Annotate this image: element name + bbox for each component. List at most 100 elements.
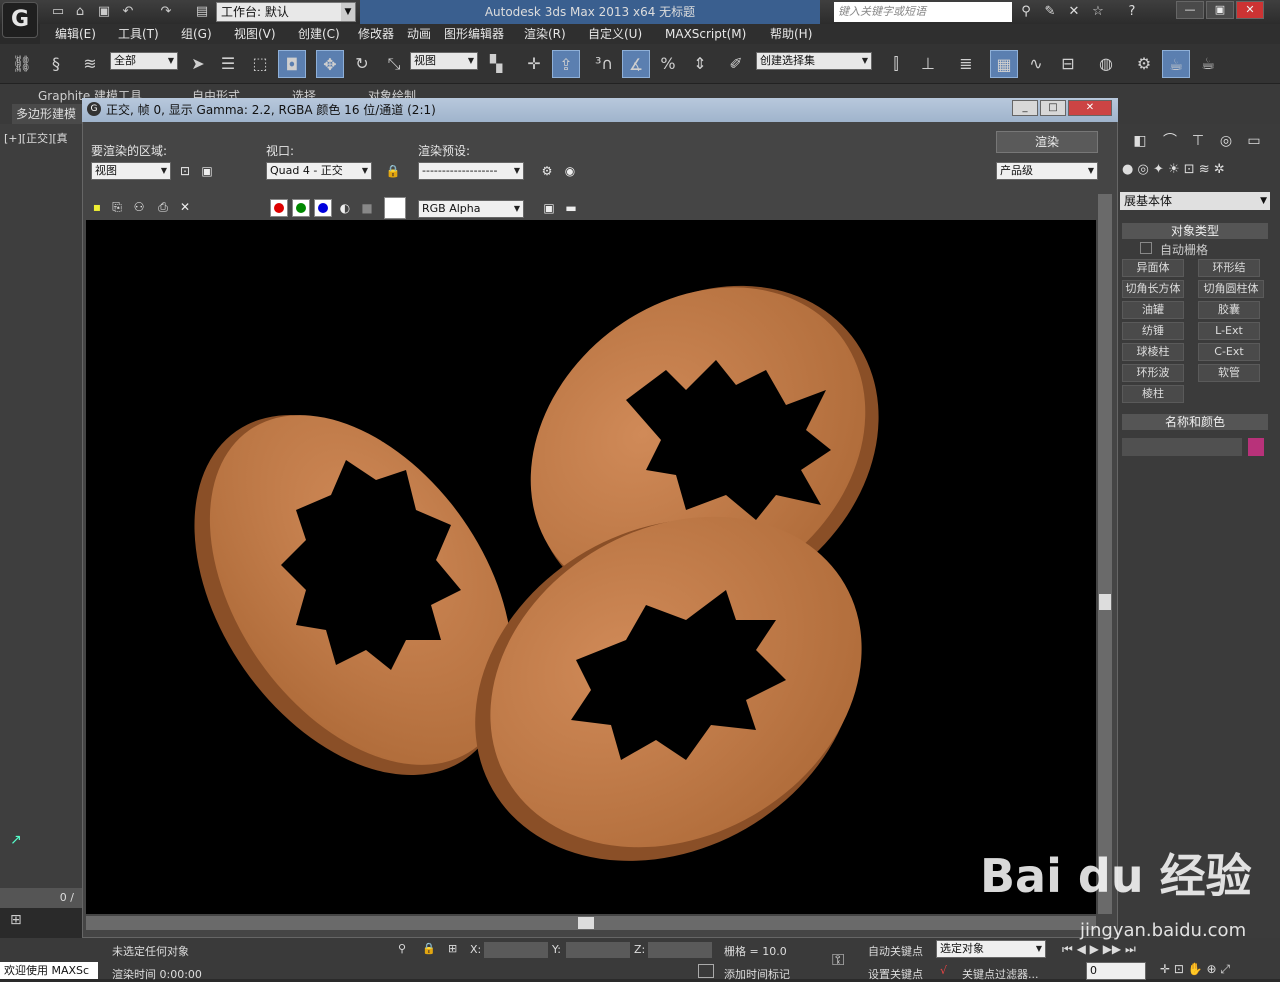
select-scale-icon[interactable]: ⤡: [380, 50, 408, 78]
unlink-icon[interactable]: §: [42, 50, 70, 78]
keyboard-shortcut-override-icon[interactable]: ⇪: [552, 50, 580, 78]
y-coord-input[interactable]: [566, 942, 630, 958]
angle-snap-icon[interactable]: ∡: [622, 50, 650, 78]
hose-button[interactable]: 软管: [1198, 364, 1260, 382]
rectangular-selection-icon[interactable]: ⬚: [246, 50, 274, 78]
render-window-maximize[interactable]: □: [1040, 100, 1066, 116]
track-bar-icon[interactable]: ⊞: [10, 912, 22, 928]
chamfer-cyl-button[interactable]: 切角圆柱体: [1198, 280, 1264, 298]
z-coord-input[interactable]: [648, 942, 712, 958]
render-setup-icon[interactable]: ⚙: [1130, 50, 1158, 78]
hedra-button[interactable]: 异面体: [1122, 259, 1184, 277]
channel-display-select[interactable]: RGB Alpha ▼: [418, 200, 524, 218]
close-button[interactable]: ✕: [1236, 1, 1264, 19]
chamfer-box-button[interactable]: 切角长方体: [1122, 280, 1184, 298]
environment-icon[interactable]: ◉: [561, 162, 579, 180]
select-by-name-icon[interactable]: ☰: [214, 50, 242, 78]
maxscript-listener[interactable]: 欢迎使用 MAXSc: [0, 962, 98, 979]
pivot-center-icon[interactable]: ▚: [482, 50, 510, 78]
render-window-close[interactable]: ✕: [1068, 100, 1112, 116]
minimize-button[interactable]: —: [1176, 1, 1204, 19]
new-file-icon[interactable]: ▭: [48, 3, 68, 21]
menu-maxscript[interactable]: MAXScript(M): [665, 26, 746, 42]
ribbon-polygon-modeling[interactable]: 多边形建模: [12, 104, 82, 124]
time-tag-icon[interactable]: [698, 964, 714, 978]
red-channel-toggle[interactable]: [270, 199, 288, 217]
object-type-header[interactable]: 对象类型: [1122, 223, 1268, 239]
object-name-input[interactable]: [1122, 438, 1242, 456]
horizontal-scrollbar[interactable]: [86, 916, 1096, 930]
menu-group[interactable]: 组(G): [181, 26, 212, 42]
menu-customize[interactable]: 自定义(U): [588, 26, 642, 42]
menu-graph-editors[interactable]: 图形编辑器: [444, 26, 504, 42]
set-key-button[interactable]: 设置关键点: [868, 966, 923, 982]
c-ext-button[interactable]: C-Ext: [1198, 343, 1260, 361]
edit-region-icon[interactable]: ⊡: [176, 162, 194, 180]
vertical-scrollbar[interactable]: [1098, 194, 1112, 914]
viewport-label[interactable]: [+][正交][真: [4, 130, 68, 146]
render-button[interactable]: 渲染: [996, 131, 1098, 153]
select-object-icon[interactable]: ➤: [184, 50, 212, 78]
isolate-icon[interactable]: ⚲: [398, 942, 406, 955]
maximize-button[interactable]: ▣: [1206, 1, 1234, 19]
select-move-icon[interactable]: ✥: [316, 50, 344, 78]
toggle-ui-overlay-icon[interactable]: ▣: [540, 199, 558, 217]
schematic-view-icon[interactable]: ⊟: [1054, 50, 1082, 78]
quality-select[interactable]: 产品级 ▼: [996, 162, 1098, 180]
rendered-frame-window-icon[interactable]: ☕: [1162, 50, 1190, 78]
render-production-icon[interactable]: ☕: [1194, 50, 1222, 78]
auto-key-button[interactable]: 自动关键点: [868, 943, 923, 959]
clear-image-icon[interactable]: ✕: [176, 198, 194, 216]
percent-snap-icon[interactable]: %: [654, 50, 682, 78]
link-icon[interactable]: ⛓: [8, 50, 36, 78]
binoculars-icon[interactable]: ⚲: [1016, 3, 1036, 21]
playback-controls[interactable]: ⏮ ◀ ▶ ▶▶ ⏭: [1062, 942, 1136, 957]
area-select[interactable]: 视图 ▼: [91, 162, 171, 180]
menu-rendering[interactable]: 渲染(R): [524, 26, 566, 42]
viewport-nav-icons[interactable]: ✛ ⊡ ✋ ⊕ ⤢: [1160, 962, 1230, 977]
reference-coordinate-select[interactable]: 视图 ▼: [410, 52, 478, 70]
blue-channel-toggle[interactable]: [314, 199, 332, 217]
x-coord-input[interactable]: [484, 942, 548, 958]
create-tab-icon[interactable]: ◧: [1130, 131, 1150, 151]
save-icon[interactable]: ▣: [94, 3, 114, 21]
menu-edit[interactable]: 编辑(E): [55, 26, 96, 42]
create-category-icons[interactable]: ● ◎ ✦ ☀ ⊡ ≋ ✲: [1122, 162, 1278, 184]
add-time-tag[interactable]: 添加时间标记: [724, 966, 790, 982]
key-filters-button[interactable]: 关键点过滤器...: [962, 966, 1039, 982]
modify-tab-icon[interactable]: ⌒: [1160, 131, 1180, 151]
monochrome-icon[interactable]: ■: [358, 199, 376, 217]
name-color-header[interactable]: 名称和颜色: [1122, 414, 1268, 430]
prism-button[interactable]: 棱柱: [1122, 385, 1184, 403]
undo-icon[interactable]: ↶: [118, 3, 138, 21]
capsule-button[interactable]: 胶囊: [1198, 301, 1260, 319]
motion-tab-icon[interactable]: ◎: [1216, 131, 1236, 151]
subscription-icon[interactable]: ✎: [1040, 3, 1060, 21]
menu-modifiers[interactable]: 修改器: [358, 26, 394, 42]
app-logo-icon[interactable]: G: [2, 2, 38, 38]
align-icon[interactable]: ⊥: [914, 50, 942, 78]
save-image-icon[interactable]: ▪: [88, 198, 106, 216]
bind-spacewarp-icon[interactable]: ≋: [76, 50, 104, 78]
search-input[interactable]: 键入关键字或短语: [834, 2, 1012, 22]
menu-create[interactable]: 创建(C): [298, 26, 340, 42]
named-selection-set-select[interactable]: 创建选择集 ▼: [756, 52, 872, 70]
clone-window-icon[interactable]: ⚇: [130, 198, 148, 216]
open-file-icon[interactable]: ⌂: [70, 3, 90, 21]
toggle-ui-icon[interactable]: ▬: [562, 199, 580, 217]
menu-views[interactable]: 视图(V): [234, 26, 276, 42]
selection-filter-select[interactable]: 全部 ▼: [110, 52, 178, 70]
render-setup-small-icon[interactable]: ⚙: [538, 162, 556, 180]
display-tab-icon[interactable]: ▭: [1244, 131, 1264, 151]
autogrid-checkbox[interactable]: [1140, 242, 1152, 254]
gengon-button[interactable]: 球棱柱: [1122, 343, 1184, 361]
selection-lock-icon[interactable]: 🔒: [422, 942, 436, 955]
auto-region-icon[interactable]: ▣: [198, 162, 216, 180]
absolute-mode-icon[interactable]: ⊞: [448, 942, 457, 955]
favorites-star-icon[interactable]: ☆: [1088, 3, 1108, 21]
mirror-icon[interactable]: ⫿: [882, 50, 910, 78]
torus-knot-button[interactable]: 环形结: [1198, 259, 1260, 277]
current-frame-input[interactable]: 0: [1086, 962, 1146, 980]
select-rotate-icon[interactable]: ↻: [348, 50, 376, 78]
redo-icon[interactable]: ↷: [156, 3, 176, 21]
